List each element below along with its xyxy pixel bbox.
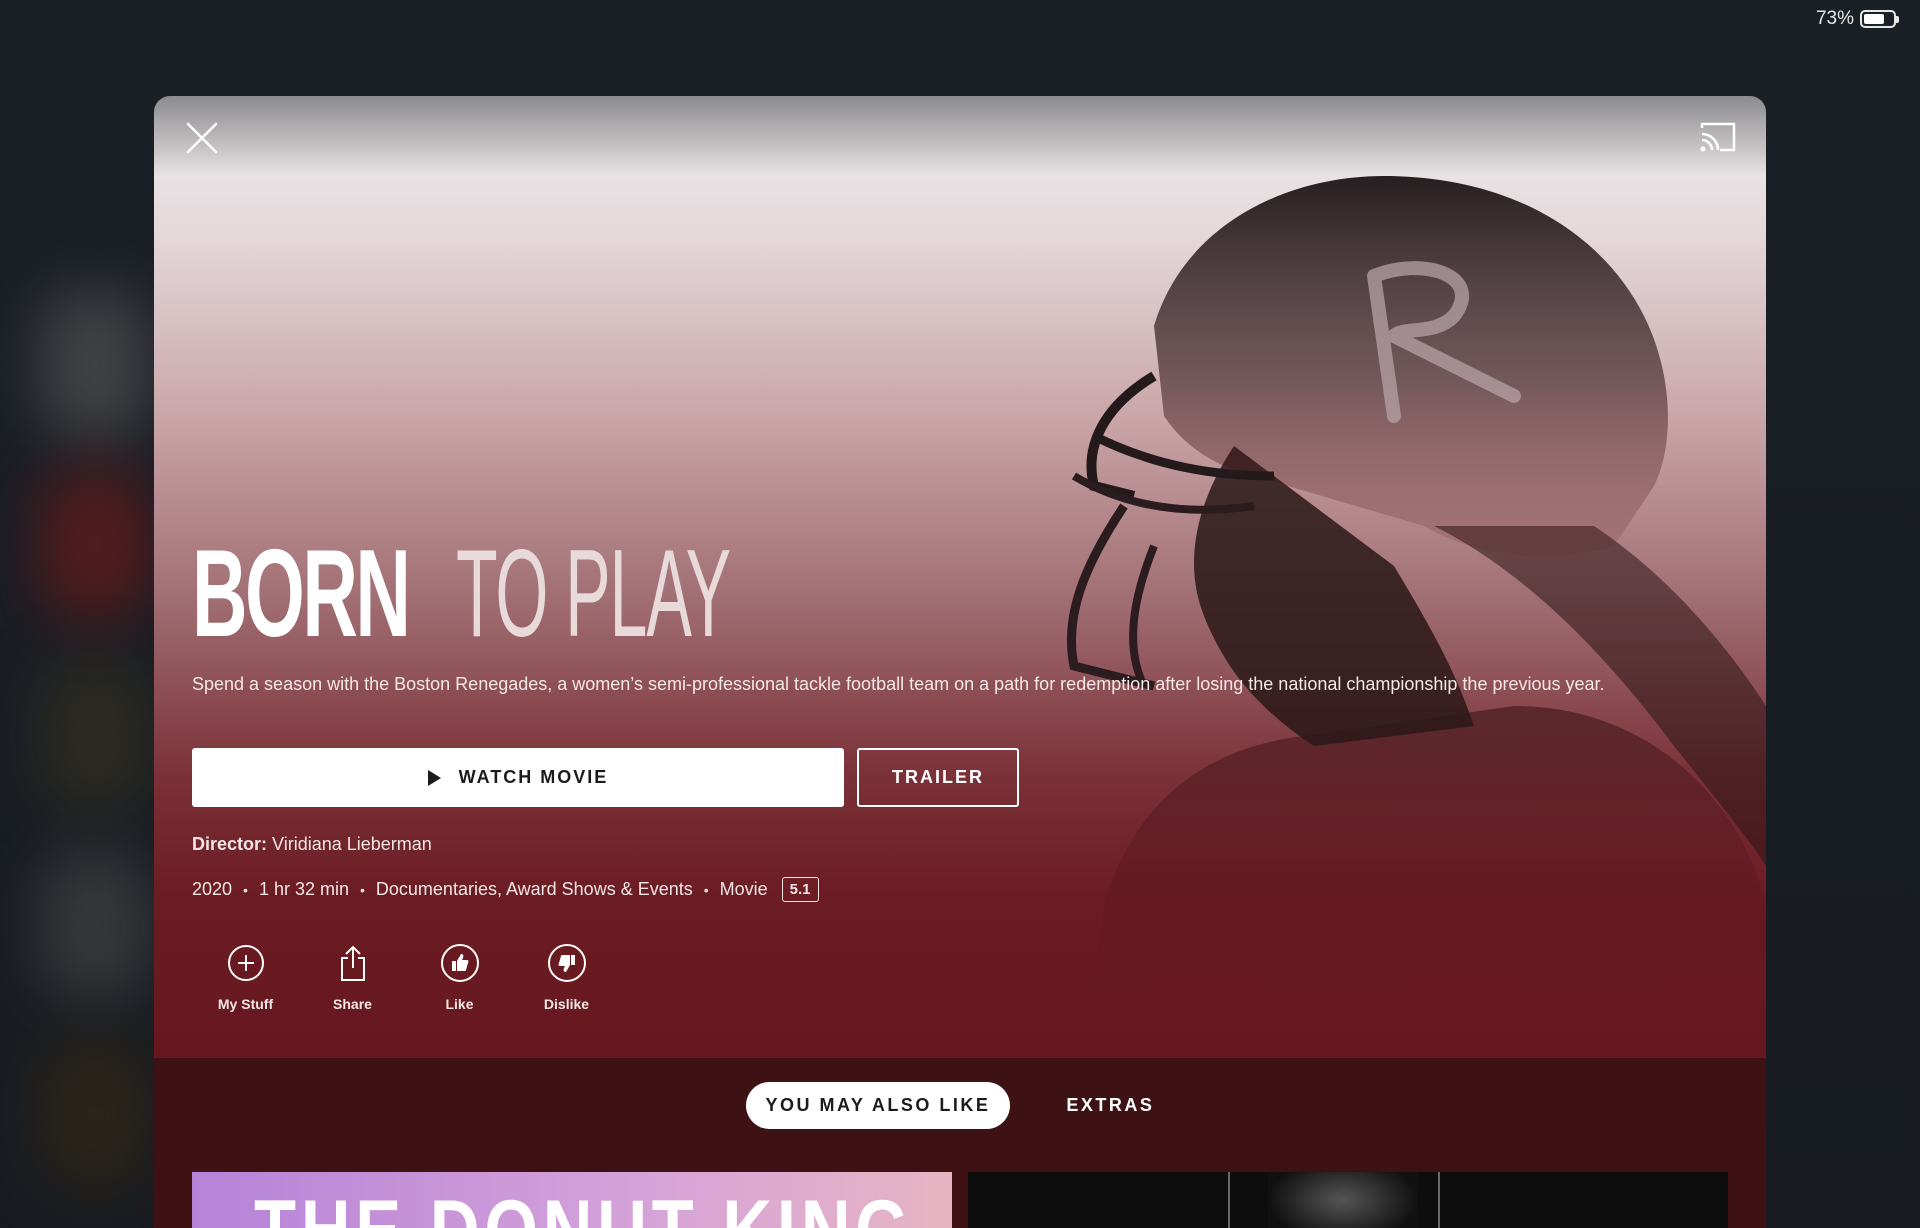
- share-icon: [340, 945, 365, 981]
- tab-extras[interactable]: EXTRAS: [1046, 1082, 1174, 1129]
- share-button[interactable]: Share: [299, 942, 406, 1012]
- metadata-line: 2020 • 1 hr 32 min • Documentaries, Awar…: [192, 877, 819, 902]
- blurred-tile: [40, 290, 150, 440]
- status-bar: 73%: [1815, 8, 1899, 30]
- battery-fill: [1864, 14, 1885, 24]
- audio-badge: 5.1: [781, 877, 819, 902]
- battery-percent: 73%: [1815, 8, 1854, 29]
- release-year: 2020: [192, 879, 233, 899]
- title-bold: BORN: [192, 525, 411, 663]
- blurred-tile: [40, 850, 150, 1000]
- hero-section: BORN TO PLAY Spend a season with the Bos…: [154, 96, 1766, 1058]
- thumbs-up-icon: [440, 944, 479, 982]
- recommendations-section: YOU MAY ALSO LIKE EXTRAS THE DONUT KING: [154, 1058, 1766, 1228]
- separator: •: [243, 881, 248, 898]
- title-light: TO PLAY: [456, 525, 731, 663]
- blurred-tile: [40, 1040, 150, 1190]
- separator: •: [703, 881, 709, 898]
- movie-title: BORN TO PLAY: [192, 532, 954, 656]
- thumbnail-divider: [1438, 1172, 1440, 1228]
- cast-icon: [1700, 122, 1736, 152]
- trailer-button[interactable]: TRAILER: [857, 748, 1019, 807]
- action-label: Share: [333, 996, 372, 1012]
- helmet-silhouette-image: [1067, 176, 1766, 1058]
- recommendation-thumbnail[interactable]: [968, 1172, 1728, 1228]
- close-icon: [186, 122, 218, 154]
- blurred-tile: [40, 470, 150, 620]
- director-name: Viridiana Lieberman: [272, 834, 432, 854]
- duration: 1 hr 32 min: [258, 879, 349, 899]
- trailer-label: TRAILER: [892, 767, 984, 787]
- action-label: Like: [445, 996, 474, 1012]
- details-modal: BORN TO PLAY Spend a season with the Bos…: [154, 96, 1766, 1228]
- my-stuff-button[interactable]: My Stuff: [192, 942, 299, 1012]
- thumbs-down-icon: [547, 944, 586, 982]
- cast-button[interactable]: [1698, 120, 1738, 154]
- separator: •: [360, 881, 365, 898]
- tab-bar: YOU MAY ALSO LIKE EXTRAS: [154, 1082, 1766, 1129]
- plus-circle-icon: [227, 945, 264, 981]
- content-type: Movie: [719, 879, 768, 899]
- like-button[interactable]: Like: [406, 942, 513, 1012]
- action-row: My Stuff Share Like Dislike: [192, 942, 620, 1012]
- movie-description: Spend a season with the Boston Renegades…: [192, 674, 1605, 694]
- dislike-button[interactable]: Dislike: [513, 942, 620, 1012]
- action-label: Dislike: [543, 996, 590, 1012]
- watch-movie-button[interactable]: WATCH MOVIE: [192, 748, 844, 807]
- director-label: Director:: [192, 834, 268, 854]
- blurred-tile: [40, 660, 150, 810]
- thumbnail-title: THE DONUT KING: [254, 1182, 914, 1228]
- play-icon: [427, 769, 441, 786]
- watch-movie-label: WATCH MOVIE: [458, 767, 609, 787]
- battery-icon: [1860, 10, 1899, 28]
- recommendation-thumbnail[interactable]: THE DONUT KING: [192, 1172, 952, 1228]
- action-label: My Stuff: [217, 996, 274, 1012]
- close-button[interactable]: [184, 120, 220, 156]
- tab-you-may-also-like[interactable]: YOU MAY ALSO LIKE: [745, 1082, 1011, 1129]
- director-line: Director: Viridiana Lieberman: [192, 834, 432, 855]
- thumbnail-divider: [1228, 1172, 1230, 1228]
- thumbnail-image: [1268, 1172, 1418, 1228]
- genres: Documentaries, Award Shows & Events: [375, 879, 693, 899]
